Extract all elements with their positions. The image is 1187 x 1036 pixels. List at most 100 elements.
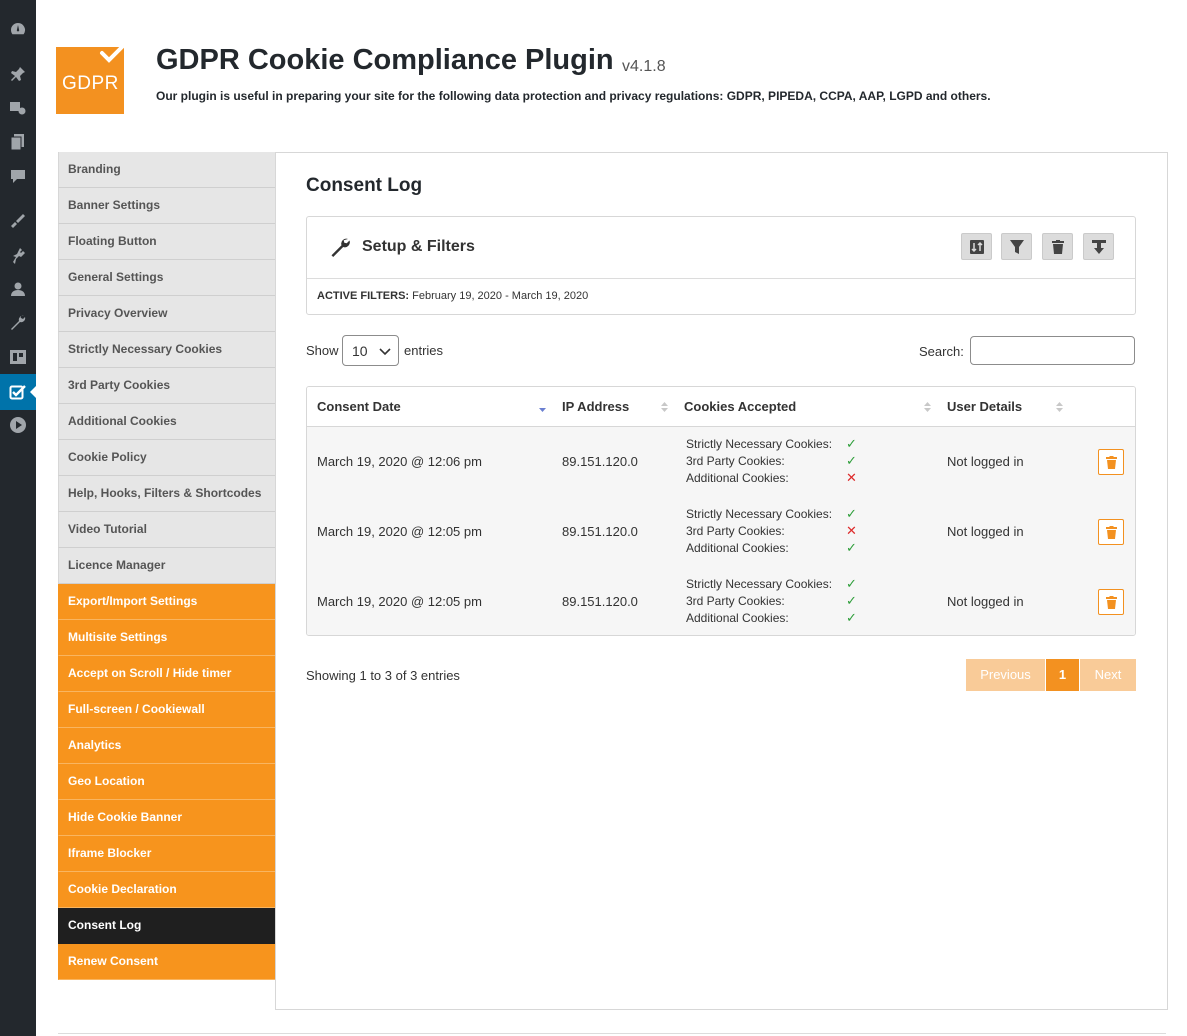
active-filters: ACTIVE FILTERS: February 19, 2020 - Marc…	[317, 290, 588, 302]
nav-item[interactable]: Banner Settings	[58, 188, 276, 224]
active-menu-arrow	[30, 385, 37, 399]
header-user-details[interactable]: User Details	[947, 399, 1022, 414]
nav-item[interactable]: Video Tutorial	[58, 512, 276, 548]
nav-item[interactable]: Cookie Declaration	[58, 872, 276, 908]
check-icon: ✓	[846, 540, 857, 555]
nav-item[interactable]: Branding	[58, 152, 276, 188]
check-icon: ✓	[846, 593, 857, 608]
check-icon: ✓	[846, 453, 857, 468]
appearance-icon[interactable]	[9, 212, 27, 230]
tools-icon[interactable]	[9, 314, 27, 332]
nav-item[interactable]: Full-screen / Cookiewall	[58, 692, 276, 728]
sort-desc-icon[interactable]	[538, 400, 547, 414]
cross-icon: ✕	[846, 470, 857, 485]
plugin-version: v4.1.8	[622, 58, 666, 75]
plugins-icon[interactable]	[9, 246, 27, 264]
consent-date-cell: March 19, 2020 @ 12:06 pm	[317, 454, 482, 469]
chevron-down-icon	[379, 348, 391, 356]
cross-icon: ✕	[846, 523, 857, 538]
sort-icon	[970, 240, 984, 254]
cookie-category-label: 3rd Party Cookies:	[686, 524, 785, 538]
delete-row-button[interactable]	[1098, 589, 1124, 615]
nav-item[interactable]: Licence Manager	[58, 548, 276, 584]
nav-item[interactable]: Export/Import Settings	[58, 584, 276, 620]
logo-check-icon	[100, 43, 126, 63]
nav-item[interactable]: Privacy Overview	[58, 296, 276, 332]
gdpr-icon[interactable]	[9, 383, 27, 401]
settings-icon[interactable]	[9, 348, 27, 366]
search-input[interactable]	[970, 336, 1135, 365]
main-panel: Consent Log Setup & Filters ACTIVE FILTE…	[275, 152, 1168, 1010]
nav-item[interactable]: 3rd Party Cookies	[58, 368, 276, 404]
delete-row-button[interactable]	[1098, 449, 1124, 475]
cookie-category-label: Strictly Necessary Cookies:	[686, 577, 833, 591]
user-details-cell: Not logged in	[947, 524, 1024, 539]
header-ip-address[interactable]: IP Address	[562, 399, 629, 414]
nav-item[interactable]: Iframe Blocker	[58, 836, 276, 872]
nav-item[interactable]: Strictly Necessary Cookies	[58, 332, 276, 368]
nav-item[interactable]: Hide Cookie Banner	[58, 800, 276, 836]
comments-icon[interactable]	[9, 167, 27, 185]
nav-item[interactable]: Cookie Policy	[58, 440, 276, 476]
section-title: Consent Log	[306, 175, 423, 196]
nav-item[interactable]: Help, Hooks, Filters & Shortcodes	[58, 476, 276, 512]
sort-icon[interactable]	[1055, 400, 1064, 414]
sort-icon[interactable]	[923, 400, 932, 414]
nav-item[interactable]: Accept on Scroll / Hide timer	[58, 656, 276, 692]
table-row: March 19, 2020 @ 12:05 pm 89.151.120.0 Str…	[307, 567, 1135, 635]
pagination-previous[interactable]: Previous	[966, 659, 1045, 691]
delete-row-button[interactable]	[1098, 519, 1124, 545]
nav-item[interactable]: Additional Cookies	[58, 404, 276, 440]
setup-filters-box: Setup & Filters ACTIVE FILTERS: February…	[306, 216, 1136, 315]
table-info: Showing 1 to 3 of 3 entries	[306, 668, 460, 683]
entries-select[interactable]: 10	[342, 335, 399, 366]
cookie-category-label: Additional Cookies:	[686, 471, 789, 485]
nav-item[interactable]: Multisite Settings	[58, 620, 276, 656]
trash-icon	[1106, 456, 1117, 469]
active-filters-value: February 19, 2020 - March 19, 2020	[412, 290, 589, 302]
user-details-cell: Not logged in	[947, 594, 1024, 609]
pages-icon[interactable]	[9, 133, 27, 151]
page-title: GDPR Cookie Compliance Plugin	[156, 44, 614, 76]
user-details-cell: Not logged in	[947, 454, 1024, 469]
media-icon[interactable]	[9, 99, 27, 117]
show-label: Show	[306, 343, 339, 358]
trash-icon	[1106, 596, 1117, 609]
ip-address-cell: 89.151.120.0	[562, 524, 638, 539]
users-icon[interactable]	[9, 280, 27, 298]
pin-icon[interactable]	[9, 65, 27, 83]
download-button[interactable]	[1083, 233, 1114, 260]
nav-item[interactable]: Consent Log	[58, 908, 276, 944]
settings-nav: Branding Banner Settings Floating Button Ge…	[58, 152, 276, 980]
setup-filters-header: Setup & Filters	[307, 217, 1135, 279]
nav-item[interactable]: General Settings	[58, 260, 276, 296]
nav-item[interactable]: Floating Button	[58, 224, 276, 260]
active-filters-label: ACTIVE FILTERS:	[317, 290, 410, 302]
footer-divider	[58, 1033, 1166, 1034]
nav-item[interactable]: Renew Consent	[58, 944, 276, 980]
check-icon: ✓	[846, 610, 857, 625]
pagination-next[interactable]: Next	[1080, 659, 1136, 691]
delete-all-button[interactable]	[1042, 233, 1073, 260]
filter-button[interactable]	[1001, 233, 1032, 260]
sort-button[interactable]	[961, 233, 992, 260]
video-icon[interactable]	[9, 416, 27, 434]
wrench-icon	[331, 238, 350, 257]
pagination-page-1[interactable]: 1	[1046, 659, 1079, 691]
header-consent-date[interactable]: Consent Date	[317, 399, 401, 414]
entries-select-value: 10	[352, 343, 368, 359]
check-icon: ✓	[846, 506, 857, 521]
nav-item[interactable]: Analytics	[58, 728, 276, 764]
header-cookies-accepted[interactable]: Cookies Accepted	[684, 399, 796, 414]
table-row: March 19, 2020 @ 12:05 pm 89.151.120.0 Str…	[307, 497, 1135, 568]
entries-label: entries	[404, 343, 444, 358]
dashboard-icon[interactable]	[9, 20, 27, 38]
filter-icon	[1010, 240, 1024, 254]
trash-icon	[1052, 240, 1064, 254]
check-icon: ✓	[846, 576, 857, 591]
wp-admin-menu	[0, 0, 37, 1036]
sort-icon[interactable]	[660, 400, 669, 414]
cookie-category-label: Additional Cookies:	[686, 541, 789, 555]
cookie-category-label: Strictly Necessary Cookies:	[686, 437, 833, 451]
nav-item[interactable]: Geo Location	[58, 764, 276, 800]
